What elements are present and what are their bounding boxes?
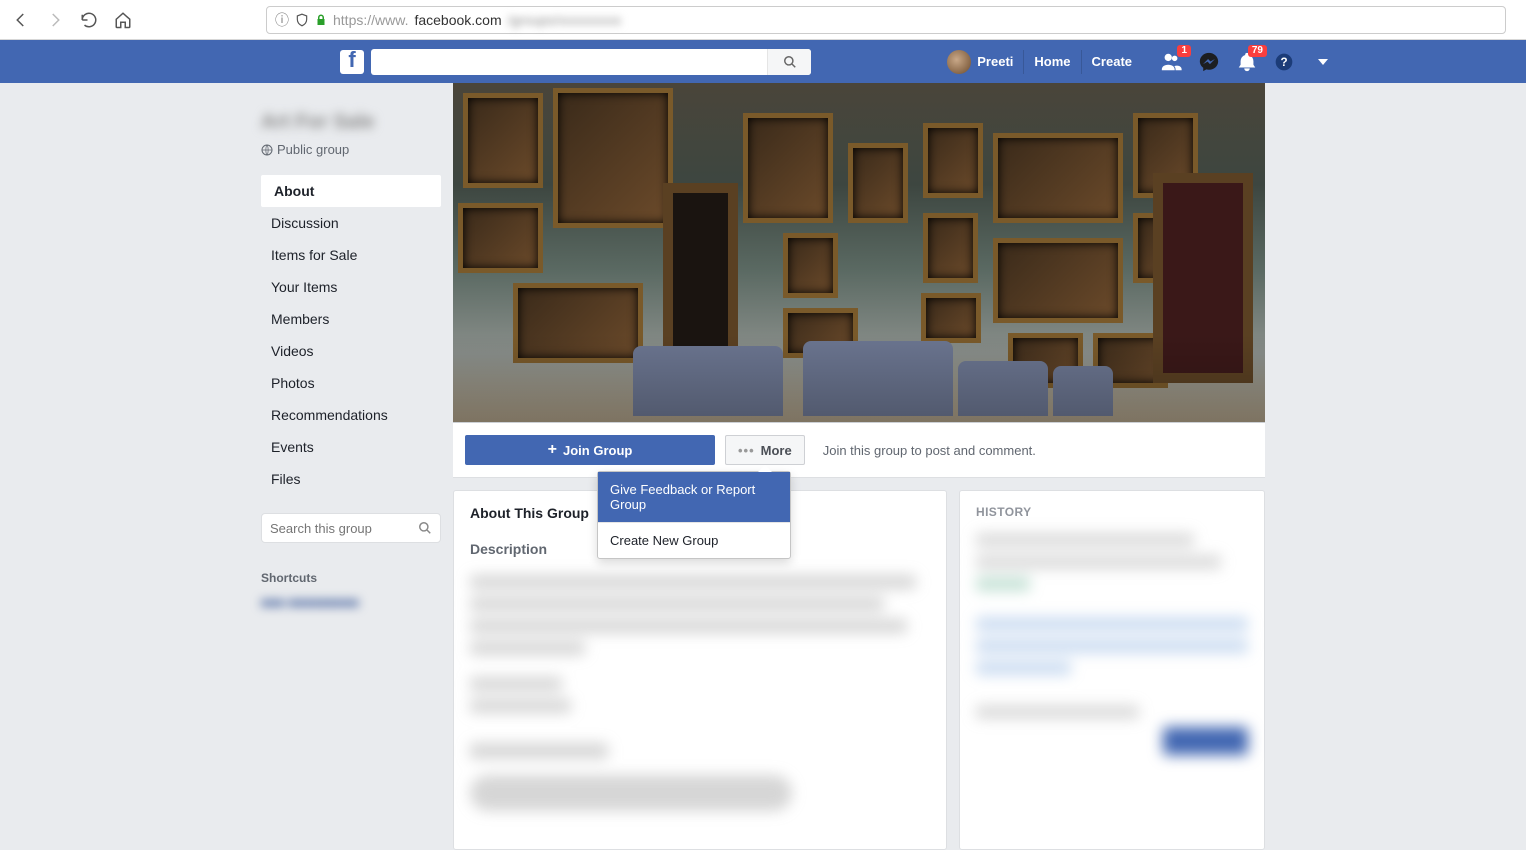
more-dropdown: Give Feedback or Report Group Create New…	[597, 471, 791, 559]
nav-events[interactable]: Events	[261, 431, 441, 463]
history-content	[976, 533, 1248, 719]
search-group-input[interactable]	[270, 521, 418, 536]
join-group-button[interactable]: + Join Group	[465, 435, 715, 465]
url-prefix: https://www.	[333, 12, 408, 28]
search-input[interactable]	[371, 54, 767, 70]
home-link[interactable]: Home	[1023, 50, 1080, 74]
friend-requests-icon[interactable]: 1	[1160, 51, 1182, 73]
notif-badge: 79	[1248, 45, 1267, 57]
left-sidebar: Art For Sale Public group About Discussi…	[261, 83, 441, 850]
join-label: Join Group	[563, 443, 632, 458]
search-box[interactable]	[371, 49, 811, 75]
join-hint: Join this group to post and comment.	[823, 443, 1036, 458]
history-heading: HISTORY	[976, 505, 1248, 519]
globe-icon	[261, 144, 273, 156]
nav-files[interactable]: Files	[261, 463, 441, 495]
lock-icon	[315, 13, 327, 27]
search-button[interactable]	[767, 49, 811, 75]
shortcut-item[interactable]: ■■■ ■■■■■■■■■	[261, 595, 441, 610]
history-card: HISTORY	[959, 490, 1265, 850]
back-button[interactable]	[10, 9, 32, 31]
friend-badge: 1	[1177, 45, 1191, 57]
create-link[interactable]: Create	[1081, 50, 1142, 74]
svg-text:?: ?	[1280, 56, 1287, 69]
info-icon: ⓘ	[275, 10, 289, 30]
group-name: Art For Sale	[261, 111, 441, 134]
nav-videos[interactable]: Videos	[261, 335, 441, 367]
account-menu-arrow[interactable]	[1318, 59, 1328, 65]
search-group-box[interactable]	[261, 513, 441, 543]
notifications-icon[interactable]: 79	[1236, 51, 1258, 73]
more-button[interactable]: ••• More	[725, 435, 805, 465]
forward-button[interactable]	[44, 9, 66, 31]
profile-link[interactable]: Preeti	[937, 50, 1023, 74]
nav-items-for-sale[interactable]: Items for Sale	[261, 239, 441, 271]
avatar	[947, 50, 971, 74]
description-text	[470, 575, 930, 811]
more-label: More	[761, 443, 792, 458]
group-privacy: Public group	[261, 142, 441, 157]
actions-bar: + Join Group ••• More Join this group to…	[453, 423, 1265, 478]
nav-about[interactable]: About	[261, 175, 441, 207]
plus-icon: +	[548, 442, 557, 458]
group-nav: About Discussion Items for Sale Your Ite…	[261, 175, 441, 495]
url-host: facebook.com	[414, 12, 501, 28]
nav-discussion[interactable]: Discussion	[261, 207, 441, 239]
ellipsis-icon: •••	[738, 443, 755, 458]
nav-recommendations[interactable]: Recommendations	[261, 399, 441, 431]
user-name: Preeti	[977, 54, 1013, 69]
url-bar[interactable]: ⓘ https://www. facebook.com/groups/xxxxxx…	[266, 6, 1506, 34]
privacy-label: Public group	[277, 142, 349, 157]
cover-photo	[453, 83, 1265, 423]
home-button[interactable]	[112, 9, 134, 31]
messenger-icon[interactable]	[1198, 51, 1220, 73]
reload-button[interactable]	[78, 9, 100, 31]
shield-icon	[295, 13, 309, 27]
dropdown-create-group[interactable]: Create New Group	[598, 523, 790, 558]
dropdown-report[interactable]: Give Feedback or Report Group	[598, 472, 790, 522]
shortcuts-heading: Shortcuts	[261, 571, 441, 585]
browser-toolbar: ⓘ https://www. facebook.com/groups/xxxxxx…	[0, 0, 1526, 40]
nav-members[interactable]: Members	[261, 303, 441, 335]
search-icon	[418, 521, 432, 535]
url-rest: /groups/xxxxxxxxx	[508, 12, 622, 28]
facebook-topbar: f Preeti Home Create 1 79 ?	[0, 40, 1526, 83]
nav-your-items[interactable]: Your Items	[261, 271, 441, 303]
facebook-logo[interactable]: f	[340, 50, 364, 74]
help-icon[interactable]: ?	[1274, 52, 1294, 72]
nav-photos[interactable]: Photos	[261, 367, 441, 399]
